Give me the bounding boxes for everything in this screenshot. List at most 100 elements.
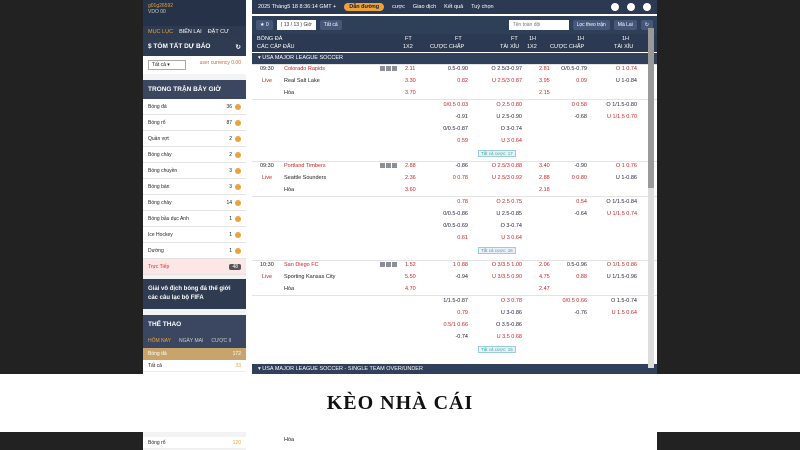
odds-cell[interactable]: U 3-0.86 (462, 310, 522, 316)
odds-cell[interactable]: 0 0.78 (408, 175, 468, 181)
page-indicator[interactable]: ( 13 / 13 ) Giờ (276, 20, 316, 30)
tv-icon[interactable] (386, 66, 391, 71)
tv-icon[interactable] (386, 262, 391, 267)
odds-cell[interactable]: 0.79 (408, 310, 468, 316)
sport-item[interactable]: Quần vợt 2 (143, 131, 246, 147)
odds-cell[interactable]: O 2.5/3-0.97 (462, 66, 522, 72)
odds-cell[interactable]: U 3 0.64 (462, 138, 522, 144)
odds-1x2-draw[interactable]: 3.60 (405, 187, 416, 193)
all-bets-link[interactable]: Tất cả cược: 15 (478, 346, 516, 353)
match-stats-icons[interactable] (380, 262, 397, 267)
live-item[interactable]: Trực Tiếp 48 (143, 259, 246, 275)
summary-header[interactable]: $ TÓM TẤT DỰ BÁO ↻ (143, 38, 246, 56)
match-stats-icons[interactable] (380, 66, 397, 71)
sport-item[interactable]: Bóng đá 36 (143, 99, 246, 115)
odds-type-button[interactable]: Mà Lai (613, 20, 637, 30)
odds-cell[interactable]: O 2.5/3 0.88 (462, 163, 522, 169)
away-team[interactable]: Seattle Sounders (284, 175, 326, 181)
menu-muc-luc[interactable]: MỤC LỤC (148, 29, 173, 35)
tab-parlay[interactable]: CƯỢC II (211, 338, 231, 344)
odds-cell[interactable]: O 3.5-0.86 (462, 322, 522, 328)
cuoc-link[interactable]: cược (392, 4, 405, 10)
odds-cell[interactable]: U 3 0.64 (462, 235, 522, 241)
odds-cell[interactable]: U 1.5 0.64 (577, 310, 637, 316)
odds-cell[interactable]: -0.91 (408, 114, 468, 120)
odds-cell[interactable]: O 3 0.78 (462, 298, 522, 304)
sport-item[interactable]: Bóng chuyền 3 (143, 163, 246, 179)
odds-cell[interactable]: 1/1.5-0.87 (408, 298, 468, 304)
sport-item[interactable]: Bóng chày 14 (143, 195, 246, 211)
stats-icon[interactable] (380, 262, 385, 267)
odds-cell[interactable]: 0.5/1 0.66 (408, 322, 468, 328)
odds-cell[interactable]: O 1 0.74 (577, 66, 637, 72)
odds-cell[interactable]: O 2.5 0.80 (462, 102, 522, 108)
sport-item[interactable]: Bóng bầu dục Anh 1 (143, 211, 246, 227)
odds-cell[interactable]: U 2.5/3 0.92 (462, 175, 522, 181)
giao-dich-link[interactable]: Giao dịch (413, 4, 436, 10)
odds-cell[interactable]: O 1.5-0.74 (577, 298, 637, 304)
odds-cell[interactable]: U 3/3.5 0.90 (462, 274, 522, 280)
odds-cell[interactable]: O 1/1.5-0.80 (577, 102, 637, 108)
dan-duong-button[interactable]: Dẫn đường (344, 3, 385, 11)
odds-cell[interactable]: 0.5-0.90 (408, 66, 468, 72)
odds-1x2-draw[interactable]: 4.70 (405, 286, 416, 292)
team-search-input[interactable] (508, 20, 569, 30)
odds-cell[interactable]: 0/0.5-0.69 (408, 223, 468, 229)
odds-cell[interactable]: O 3-0.74 (462, 223, 522, 229)
odds-cell[interactable]: 2.15 (539, 90, 599, 96)
info-icon[interactable] (392, 163, 397, 168)
odds-cell[interactable]: 0/0.5-0.86 (408, 211, 468, 217)
tab-tomorrow[interactable]: NGÀY MAI (179, 338, 203, 344)
odds-cell[interactable]: -0.86 (408, 163, 468, 169)
odds-cell[interactable]: O 1/1.5-0.84 (577, 199, 637, 205)
odds-cell[interactable]: -0.94 (408, 274, 468, 280)
odds-cell[interactable]: 0.82 (408, 78, 468, 84)
odds-cell[interactable]: O 1/1.5 0.86 (577, 262, 637, 268)
sport-subheader[interactable]: Bóng đá 172 (143, 348, 246, 360)
odds-cell[interactable]: U 1/1.5-0.96 (577, 274, 637, 280)
odds-cell[interactable]: 0/0.5 0.03 (408, 102, 468, 108)
stats-icon[interactable] (380, 163, 385, 168)
menu-dat-cuoc[interactable]: ĐẶT CƯ (208, 29, 229, 35)
sport-item[interactable]: Bóng chày 2 (143, 147, 246, 163)
odds-cell[interactable]: 2.47 (539, 286, 599, 292)
sport-item[interactable]: Bóng bàn 3 (143, 179, 246, 195)
odds-cell[interactable]: 0.59 (408, 138, 468, 144)
odds-cell[interactable]: 2.18 (539, 187, 599, 193)
odds-cell[interactable]: U 1/1.5 0.74 (577, 211, 637, 217)
away-team[interactable]: Real Salt Lake (284, 78, 320, 84)
tuy-chon-link[interactable]: Tuỳ chọn (471, 4, 493, 10)
odds-cell[interactable]: U 1-0.84 (577, 78, 637, 84)
all-button[interactable]: Tất cả (319, 20, 342, 30)
all-bets-link[interactable]: Tất cả cược: 16 (478, 247, 516, 254)
odds-cell[interactable]: U 1-0.86 (577, 175, 637, 181)
tab-today[interactable]: HÔM NAY (148, 338, 171, 344)
filter-button[interactable]: Lọc theo trận (572, 20, 610, 30)
menu-bien-lai[interactable]: BIẾN LAI (179, 29, 202, 35)
odds-cell[interactable]: U 2.5-0.85 (462, 211, 522, 217)
odds-1x2-draw[interactable]: 3.70 (405, 90, 416, 96)
odds-cell[interactable]: 1 0.88 (408, 262, 468, 268)
odds-cell[interactable]: O 2.5 0.75 (462, 199, 522, 205)
help-icon[interactable] (611, 3, 619, 11)
odds-cell[interactable]: U 2.5-0.90 (462, 114, 522, 120)
favorite-button[interactable]: ★ 0 (256, 20, 273, 30)
home-team[interactable]: Portland Timbers (284, 163, 326, 169)
scrollbar[interactable] (648, 28, 654, 368)
odds-cell[interactable]: -0.74 (408, 334, 468, 340)
sport-item[interactable]: Ice Hockey 1 (143, 227, 246, 243)
odds-cell[interactable]: U 3.5 0.68 (462, 334, 522, 340)
away-team[interactable]: Sporting Kansas City (284, 274, 335, 280)
info-icon[interactable] (392, 66, 397, 71)
odds-cell[interactable]: O 3/3.5 1.00 (462, 262, 522, 268)
sport-item[interactable]: Bóng rổ 87 (143, 115, 246, 131)
odds-cell[interactable]: 0/0.5-0.87 (408, 126, 468, 132)
stats-icon[interactable] (380, 66, 385, 71)
scrollbar-thumb[interactable] (648, 28, 654, 188)
odds-cell[interactable]: O 3-0.74 (462, 126, 522, 132)
market-item[interactable]: Tất cả 33 (143, 360, 246, 372)
odds-cell[interactable]: U 2.5/3 0.87 (462, 78, 522, 84)
match-stats-icons[interactable] (380, 163, 397, 168)
odds-cell[interactable]: 0.61 (408, 235, 468, 241)
notification-icon[interactable] (643, 3, 651, 11)
